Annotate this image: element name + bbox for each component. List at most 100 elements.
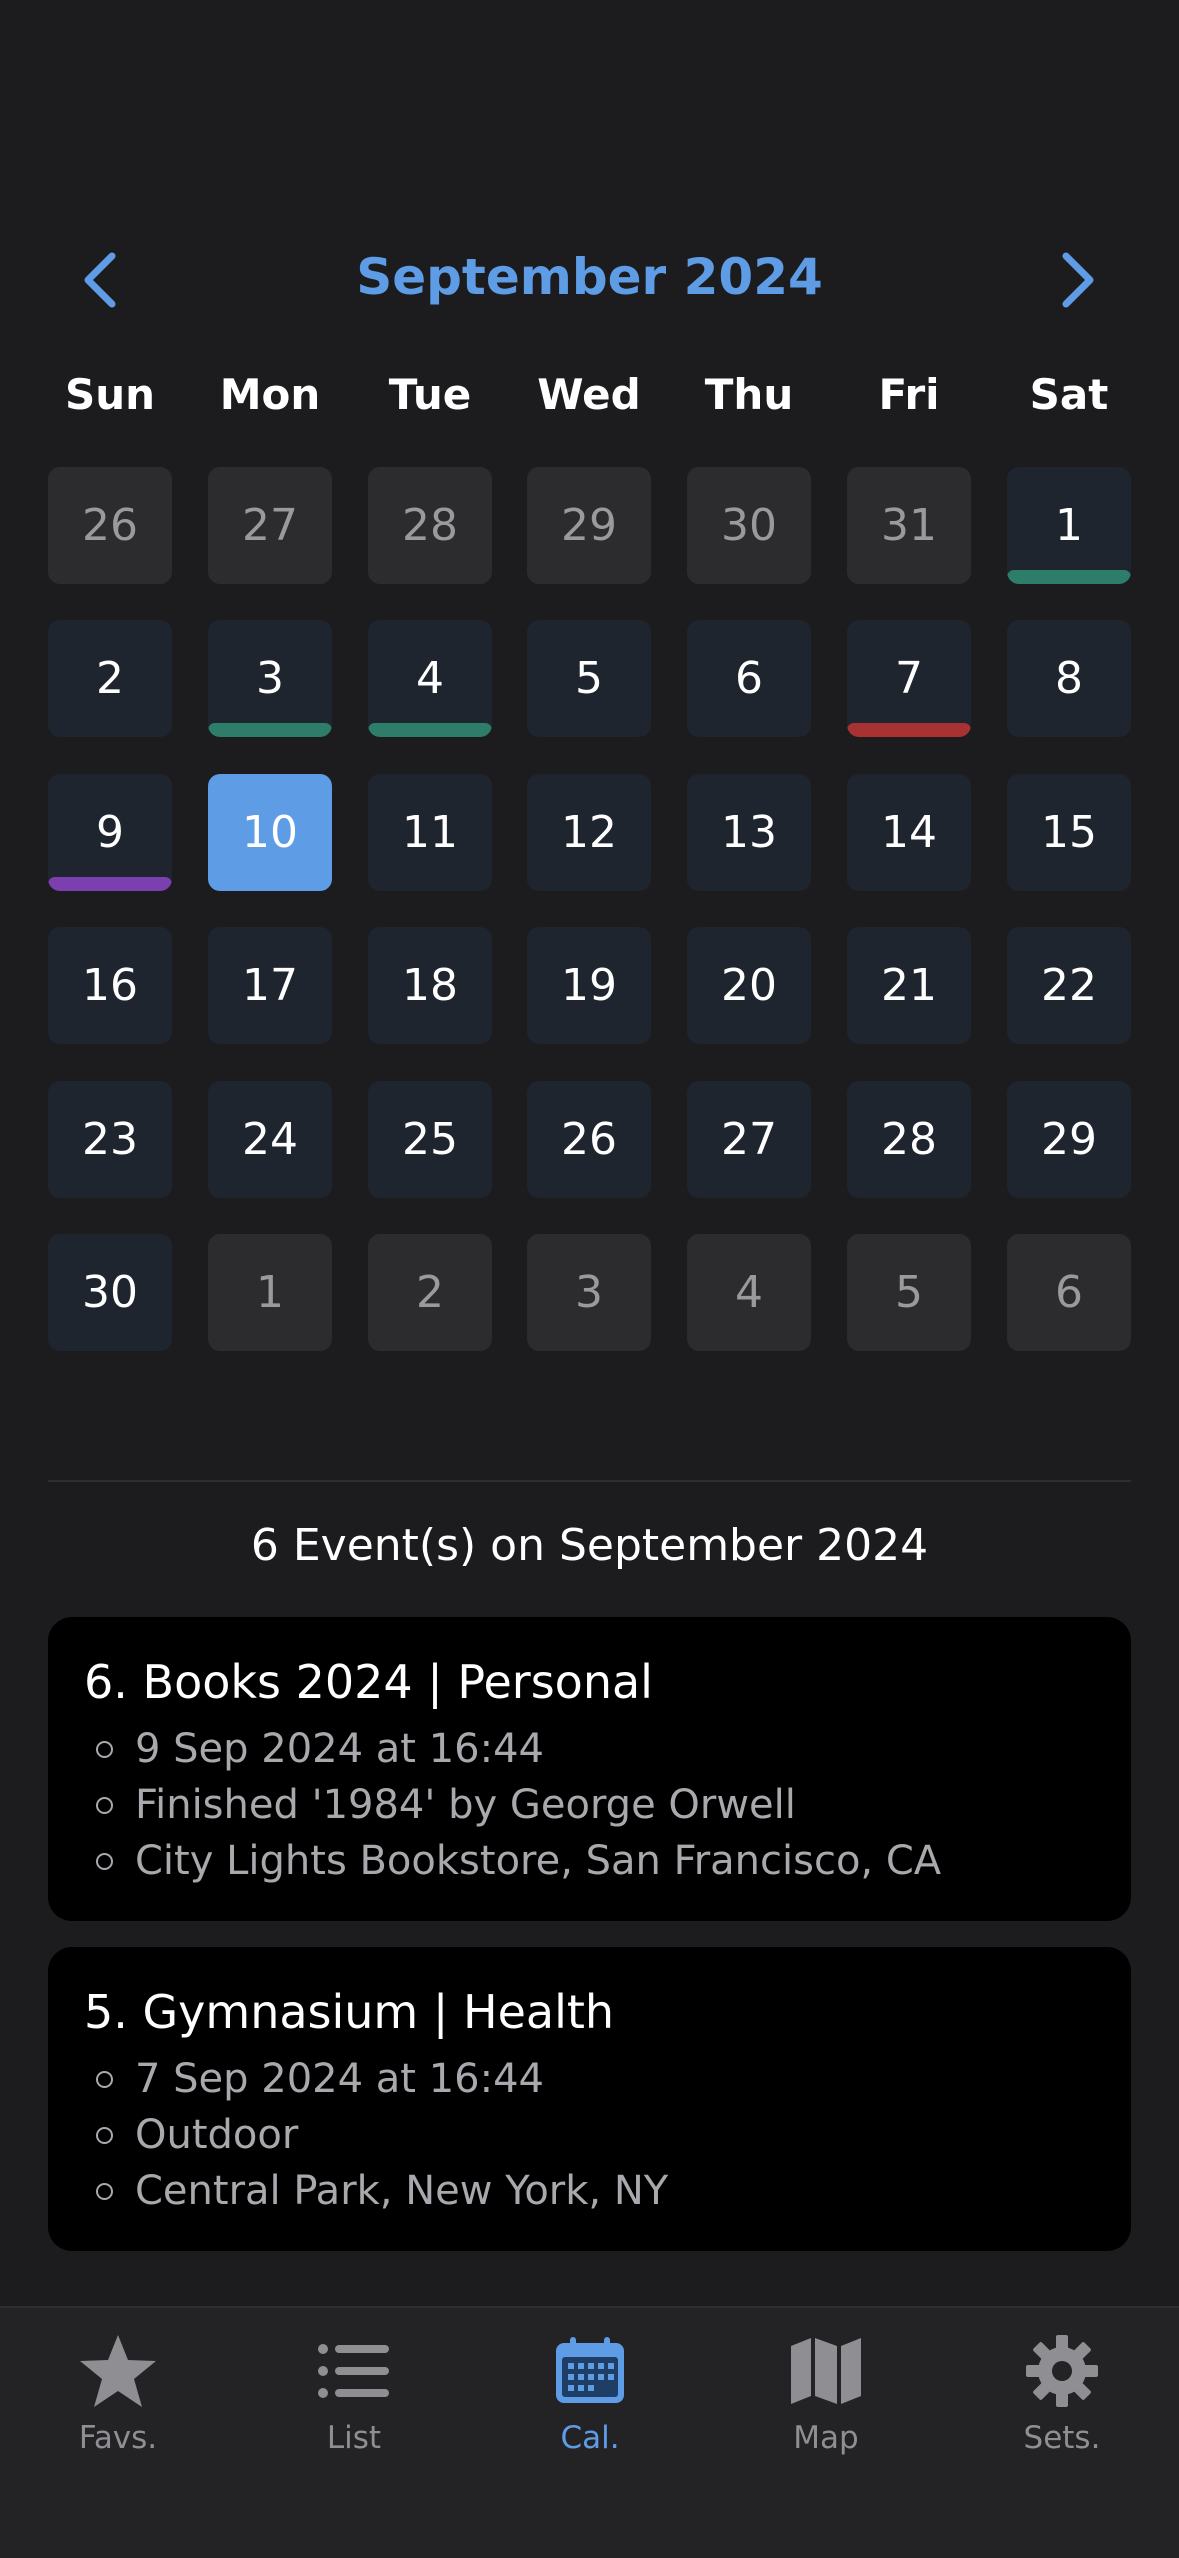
- day-number: 25: [402, 1114, 458, 1165]
- calendar-day[interactable]: 30: [687, 467, 811, 584]
- calendar-day[interactable]: 20: [687, 927, 811, 1044]
- bullet-icon: [96, 1796, 113, 1814]
- day-number: 26: [82, 500, 138, 551]
- calendar-day[interactable]: 18: [368, 927, 492, 1044]
- calendar-day[interactable]: 5: [527, 620, 651, 737]
- day-number: 14: [881, 807, 937, 858]
- event-card[interactable]: 6. Books 2024 | Personal 9 Sep 2024 at 1…: [48, 1617, 1131, 1921]
- calendar-day[interactable]: 7: [847, 620, 971, 737]
- day-number: 6: [735, 653, 763, 704]
- day-number: 3: [575, 1267, 603, 1318]
- calendar-day[interactable]: 27: [687, 1081, 811, 1198]
- day-number: 27: [721, 1114, 777, 1165]
- calendar-day[interactable]: 1: [1007, 467, 1131, 584]
- day-number: 16: [82, 960, 138, 1011]
- day-number: 6: [1055, 1267, 1083, 1318]
- calendar-icon: [556, 2337, 624, 2403]
- calendar-day[interactable]: 13: [687, 774, 811, 891]
- calendar-day[interactable]: 1: [208, 1234, 332, 1351]
- event-card[interactable]: 5. Gymnasium | Health 7 Sep 2024 at 16:4…: [48, 1947, 1131, 2251]
- calendar-grid: 26 27 28 29 30 31 1 2 3 4 5 6 7 8 9 10 11 12 13 14 15 16 17 18 1…: [48, 467, 1131, 1351]
- event-location-text: City Lights Bookstore, San Francisco, CA: [135, 1838, 942, 1884]
- event-date: 9 Sep 2024 at 16:44: [84, 1721, 1095, 1777]
- event-description-text: Finished '1984' by George Orwell: [135, 1782, 796, 1828]
- calendar-day[interactable]: 31: [847, 467, 971, 584]
- event-marker: [368, 723, 492, 737]
- chevron-right-icon: [1062, 252, 1094, 308]
- bullet-icon: [96, 2126, 113, 2144]
- day-number: 2: [96, 653, 124, 704]
- tab-calendar[interactable]: Cal.: [472, 2326, 708, 2476]
- calendar-day[interactable]: 9: [48, 774, 172, 891]
- event-description: Finished '1984' by George Orwell: [84, 1777, 1095, 1833]
- calendar-day[interactable]: 25: [368, 1081, 492, 1198]
- weekday-mon: Mon: [219, 370, 321, 419]
- calendar-day[interactable]: 29: [527, 467, 651, 584]
- calendar-day[interactable]: 11: [368, 774, 492, 891]
- calendar-day-selected[interactable]: 10: [208, 774, 332, 891]
- star-icon: [80, 2335, 156, 2407]
- calendar-day[interactable]: 4: [368, 620, 492, 737]
- day-number: 24: [242, 1114, 298, 1165]
- event-marker: [208, 723, 332, 737]
- day-number: 17: [242, 960, 298, 1011]
- calendar-day[interactable]: 22: [1007, 927, 1131, 1044]
- calendar-day[interactable]: 3: [527, 1234, 651, 1351]
- calendar-day[interactable]: 26: [48, 467, 172, 584]
- calendar-day[interactable]: 21: [847, 927, 971, 1044]
- day-number: 10: [242, 807, 298, 858]
- calendar-day[interactable]: 6: [1007, 1234, 1131, 1351]
- day-number: 22: [1041, 960, 1097, 1011]
- calendar-day[interactable]: 24: [208, 1081, 332, 1198]
- day-number: 29: [1041, 1114, 1097, 1165]
- calendar-day[interactable]: 19: [527, 927, 651, 1044]
- next-month-button[interactable]: [1048, 250, 1108, 310]
- calendar-day[interactable]: 2: [48, 620, 172, 737]
- calendar-day[interactable]: 5: [847, 1234, 971, 1351]
- calendar-day[interactable]: 4: [687, 1234, 811, 1351]
- day-number: 13: [721, 807, 777, 858]
- day-number: 2: [416, 1267, 444, 1318]
- calendar-day[interactable]: 17: [208, 927, 332, 1044]
- tab-list[interactable]: List: [236, 2326, 472, 2476]
- day-number: 19: [561, 960, 617, 1011]
- bullet-icon: [96, 1852, 113, 1870]
- calendar-day[interactable]: 2: [368, 1234, 492, 1351]
- calendar-header: September 2024: [0, 230, 1179, 330]
- weekday-sun: Sun: [64, 370, 156, 419]
- calendar-day[interactable]: 6: [687, 620, 811, 737]
- day-number: 11: [402, 807, 458, 858]
- calendar-day[interactable]: 27: [208, 467, 332, 584]
- calendar-day[interactable]: 15: [1007, 774, 1131, 891]
- calendar-day[interactable]: 14: [847, 774, 971, 891]
- event-title: 6. Books 2024 | Personal: [84, 1655, 653, 1709]
- day-number: 28: [402, 500, 458, 551]
- tab-favorites[interactable]: Favs.: [0, 2326, 236, 2476]
- calendar-day[interactable]: 28: [368, 467, 492, 584]
- event-title: 5. Gymnasium | Health: [84, 1985, 615, 2039]
- day-number: 30: [721, 500, 777, 551]
- calendar-day[interactable]: 29: [1007, 1081, 1131, 1198]
- tab-settings[interactable]: Sets.: [944, 2326, 1179, 2476]
- tab-label: Cal.: [560, 2420, 620, 2456]
- calendar-day[interactable]: 12: [527, 774, 651, 891]
- weekday-thu: Thu: [704, 370, 794, 419]
- calendar-day[interactable]: 16: [48, 927, 172, 1044]
- calendar-day[interactable]: 26: [527, 1081, 651, 1198]
- event-date: 7 Sep 2024 at 16:44: [84, 2051, 1095, 2107]
- event-marker: [48, 877, 172, 891]
- tab-bar: Favs. List Cal. Map Sets.: [0, 2306, 1179, 2558]
- weekday-tue: Tue: [388, 370, 472, 419]
- calendar-day[interactable]: 3: [208, 620, 332, 737]
- calendar-day[interactable]: 28: [847, 1081, 971, 1198]
- event-location-text: Central Park, New York, NY: [135, 2168, 669, 2214]
- day-number: 4: [735, 1267, 763, 1318]
- tab-map[interactable]: Map: [708, 2326, 944, 2476]
- day-number: 9: [96, 807, 124, 858]
- calendar-day[interactable]: 8: [1007, 620, 1131, 737]
- tab-label: List: [326, 2420, 382, 2456]
- calendar-day[interactable]: 30: [48, 1234, 172, 1351]
- events-heading: 6 Event(s) on September 2024: [250, 1520, 929, 1571]
- calendar-day[interactable]: 23: [48, 1081, 172, 1198]
- divider: [48, 1480, 1131, 1482]
